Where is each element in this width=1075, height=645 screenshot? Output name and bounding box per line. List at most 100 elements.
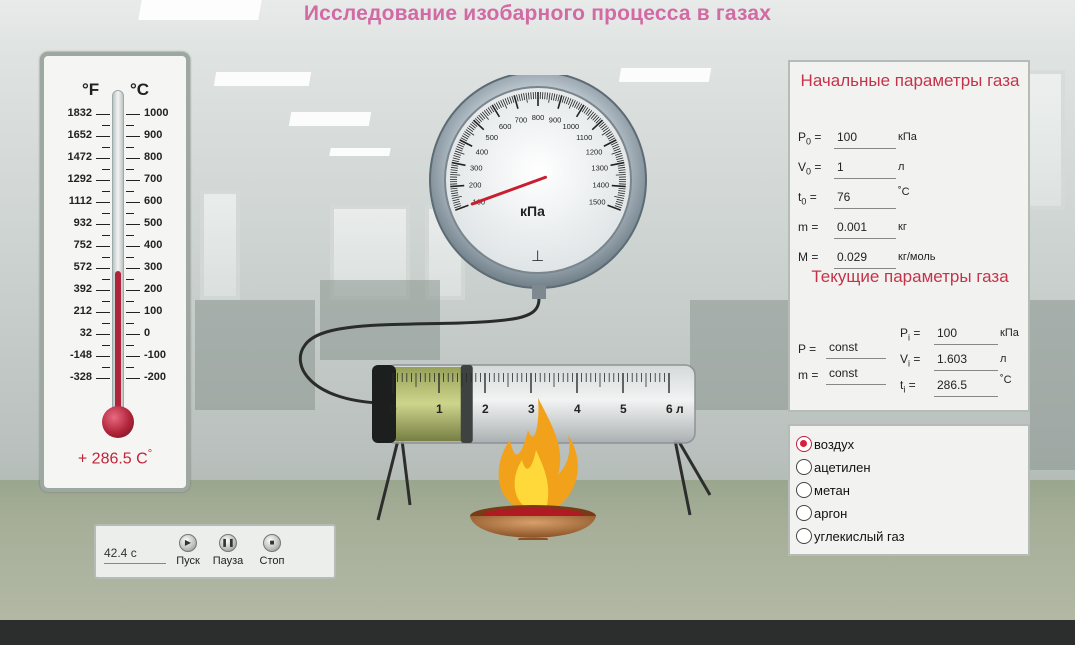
cylinder-scale-label: 2 — [482, 402, 489, 416]
fahrenheit-minor-tick — [102, 257, 110, 258]
gauge-scale-label: 1500 — [589, 198, 606, 207]
window — [200, 190, 240, 300]
celsius-minor-tick — [126, 169, 134, 170]
radio-button[interactable] — [796, 528, 812, 544]
gauge-scale-label: 1300 — [591, 164, 608, 173]
timer-panel: 42.4 с ▶ Пуск ❚❚ Пауза ■ Стоп — [94, 524, 336, 579]
gas-option[interactable]: метан — [796, 480, 850, 500]
celsius-tick — [126, 312, 140, 313]
radio-button[interactable] — [796, 459, 812, 475]
fahrenheit-tick-label: 212 — [73, 305, 92, 317]
current-param-label: ti = — [900, 378, 916, 395]
fahrenheit-tick — [96, 356, 110, 357]
gauge-scale-label: 1100 — [576, 133, 592, 142]
pause-button[interactable]: ❚❚ Пауза — [210, 534, 246, 567]
temperature-readout: + 286.5 C° — [77, 448, 153, 468]
fahrenheit-minor-tick — [102, 323, 110, 324]
celsius-minor-tick — [126, 213, 134, 214]
celsius-minor-tick — [126, 147, 134, 148]
stop-icon: ■ — [263, 534, 281, 552]
gas-option-label: метан — [814, 482, 850, 498]
radio-button[interactable] — [796, 505, 812, 521]
celsius-tick — [126, 268, 140, 269]
celsius-minor-tick — [126, 257, 134, 258]
fahrenheit-minor-tick — [102, 235, 110, 236]
gauge-tick — [450, 184, 465, 188]
current-param-unit: ˚С — [1000, 374, 1012, 386]
start-button[interactable]: ▶ Пуск — [170, 534, 206, 567]
celsius-minor-tick — [126, 323, 134, 324]
mercury-column — [115, 270, 121, 416]
initial-params-heading: Начальные параметры газа — [800, 71, 1020, 90]
gas-option[interactable]: углекислый газ — [796, 526, 905, 546]
cylinder-apparatus: 0 1 2 3 4 5 6 л — [372, 364, 712, 540]
gas-option[interactable]: аргон — [796, 503, 847, 523]
celsius-minor-tick — [126, 367, 134, 368]
celsius-tick-label: 200 — [144, 283, 163, 295]
fahrenheit-minor-tick — [102, 279, 110, 280]
fahrenheit-minor-tick — [102, 191, 110, 192]
initial-param-unit: кПа — [898, 131, 917, 143]
fahrenheit-tick-label: 1112 — [68, 195, 92, 207]
radio-button[interactable] — [796, 482, 812, 498]
fahrenheit-tick — [96, 334, 110, 335]
gas-option[interactable]: ацетилен — [796, 457, 871, 477]
celsius-tick-label: 400 — [144, 239, 163, 251]
celsius-minor-tick — [126, 191, 134, 192]
pause-icon: ❚❚ — [219, 534, 237, 552]
celsius-minor-tick — [126, 279, 134, 280]
fahrenheit-minor-tick — [102, 169, 110, 170]
thermometer-panel: °F °C 1832 1000 1652 900 1472 800 1292 700 1112 6… — [40, 52, 190, 492]
gas-selector: воздух ацетилен метан аргон углекислый газ — [788, 424, 1030, 556]
cylinder-scale-label: 0 — [390, 402, 397, 416]
gas-option-label: ацетилен — [814, 459, 871, 475]
current-params-heading: Текущие параметры газа — [811, 267, 1009, 286]
fahrenheit-tick — [96, 202, 110, 203]
gauge-scale-label: 500 — [486, 133, 499, 142]
ceiling-light — [288, 112, 372, 126]
fahrenheit-tick — [96, 224, 110, 225]
fahrenheit-minor-tick — [102, 345, 110, 346]
gas-option[interactable]: воздух — [796, 434, 854, 454]
initial-param-value: 76 — [834, 190, 896, 209]
fahrenheit-tick — [96, 290, 110, 291]
gauge-scale-label: 1000 — [563, 122, 580, 131]
celsius-minor-tick — [126, 235, 134, 236]
fahrenheit-minor-tick — [102, 125, 110, 126]
celsius-tick — [126, 356, 140, 357]
celsius-tick — [126, 114, 140, 115]
ceiling-light — [329, 148, 391, 156]
current-param-value: 286.5 — [934, 378, 998, 397]
celsius-minor-tick — [126, 345, 134, 346]
fahrenheit-minor-tick — [102, 301, 110, 302]
fahrenheit-tick-label: 1472 — [67, 151, 92, 163]
celsius-tick-label: 600 — [144, 195, 163, 207]
fahrenheit-tick — [96, 378, 110, 379]
fahrenheit-tick — [96, 246, 110, 247]
cylinder-scale-label: 4 — [574, 402, 581, 416]
cylinder-scale-label: 3 — [528, 402, 535, 416]
current-param-unit: л — [1000, 353, 1007, 365]
fahrenheit-tick — [96, 136, 110, 137]
celsius-tick — [126, 158, 140, 159]
celsius-tick-label: 0 — [144, 327, 151, 339]
celsius-tick — [126, 202, 140, 203]
celsius-tick-label: 700 — [144, 173, 163, 185]
radio-button[interactable] — [796, 436, 812, 452]
fahrenheit-tick — [96, 268, 110, 269]
parameters-panel: Начальные параметры газа P0 = 100 кПа V0 = 1… — [788, 60, 1030, 412]
cylinder-scale-label: 5 — [620, 402, 627, 416]
current-param-value: 100 — [934, 326, 998, 345]
celsius-tick — [126, 378, 140, 379]
celsius-tick-label: -200 — [144, 371, 167, 383]
fahrenheit-minor-tick — [102, 213, 110, 214]
celsius-tick — [126, 224, 140, 225]
fahrenheit-tick-label: 572 — [73, 261, 92, 273]
celsius-tick — [126, 246, 140, 247]
gauge-scale-label: 700 — [515, 115, 528, 124]
current-param-value: 1.603 — [934, 352, 998, 371]
current-param-label: P = — [798, 342, 817, 356]
celsius-tick — [126, 136, 140, 137]
stop-button[interactable]: ■ Стоп — [254, 534, 290, 567]
lab-bench — [1030, 300, 1075, 470]
